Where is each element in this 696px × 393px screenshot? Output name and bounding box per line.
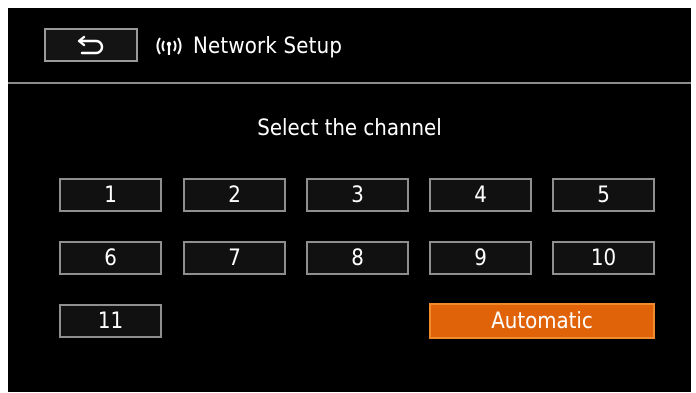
screen-title: Network Setup: [193, 33, 343, 59]
channel-1-button[interactable]: 1: [59, 178, 162, 212]
header-divider: [8, 82, 691, 84]
channel-2-button[interactable]: 2: [183, 178, 286, 212]
title-area: Network Setup: [151, 30, 342, 62]
back-button[interactable]: [44, 28, 138, 62]
channel-8-button[interactable]: 8: [306, 241, 409, 275]
wifi-antenna-icon: [156, 37, 182, 55]
camera-screen: Network Setup Select the channel 1 2 3 4…: [8, 8, 691, 392]
channel-4-button[interactable]: 4: [429, 178, 532, 212]
channel-6-button[interactable]: 6: [59, 241, 162, 275]
prompt-text: Select the channel: [257, 116, 442, 141]
channel-7-button[interactable]: 7: [183, 241, 286, 275]
channel-5-button[interactable]: 5: [552, 178, 655, 212]
channel-11-button[interactable]: 11: [59, 304, 162, 338]
automatic-button[interactable]: Automatic: [429, 303, 655, 339]
channel-9-button[interactable]: 9: [429, 241, 532, 275]
channel-10-button[interactable]: 10: [552, 241, 655, 275]
header-bar: Network Setup: [8, 8, 691, 83]
channel-3-button[interactable]: 3: [306, 178, 409, 212]
return-arrow-icon: [77, 35, 104, 55]
